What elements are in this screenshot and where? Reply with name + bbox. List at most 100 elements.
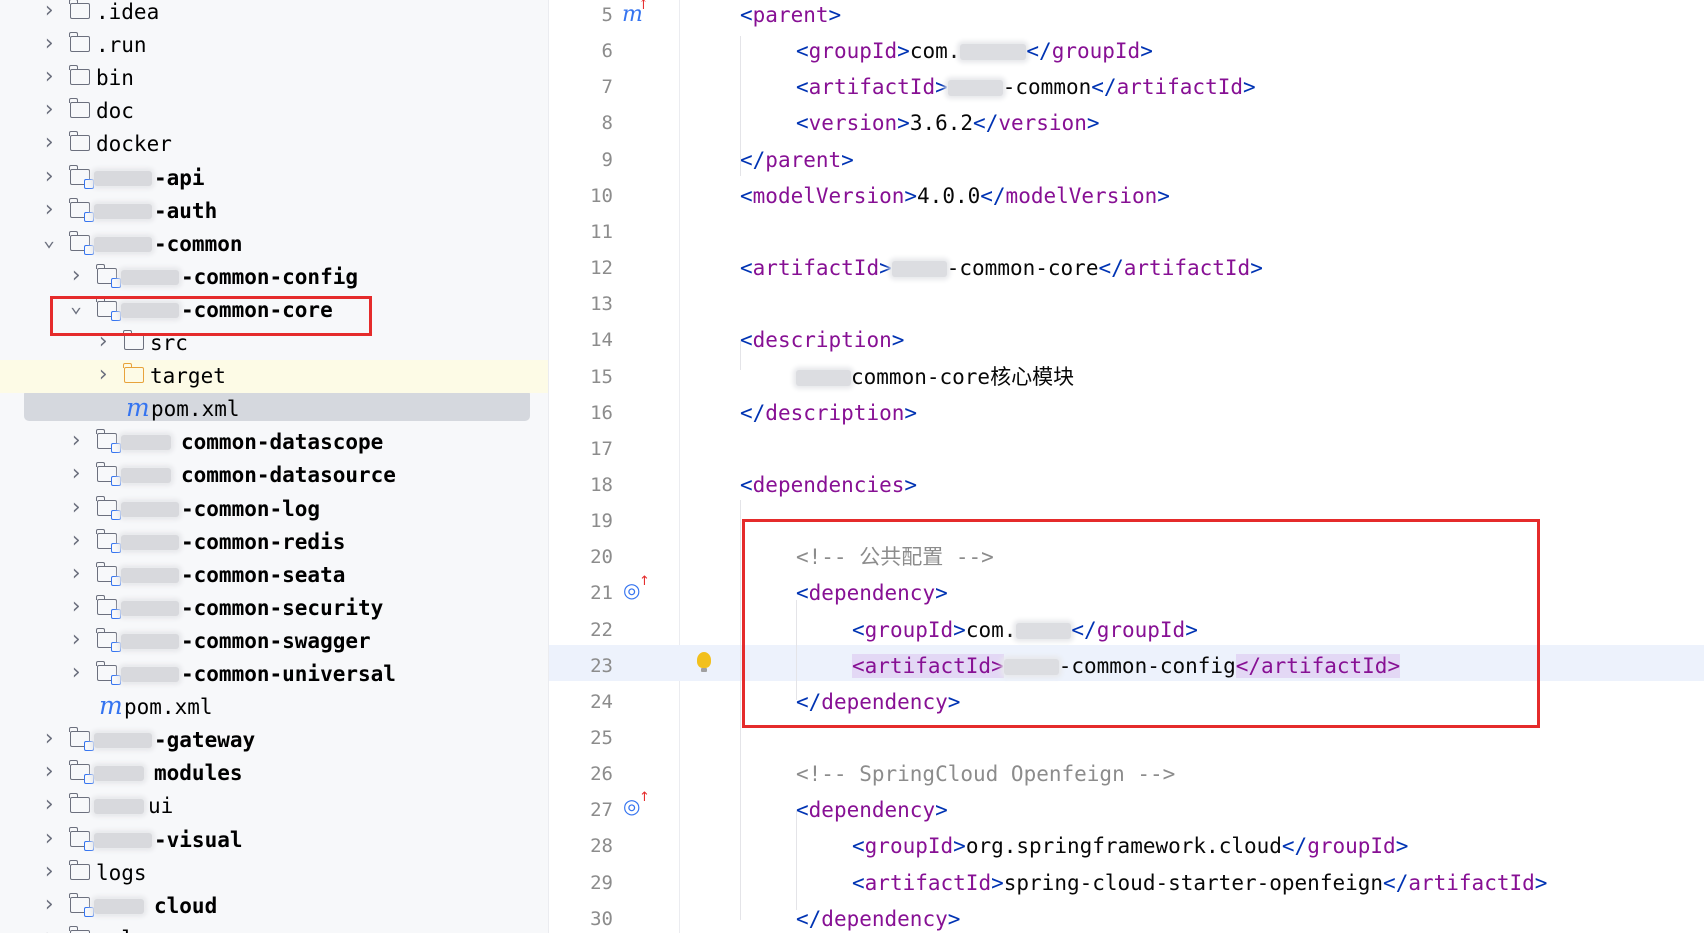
xml-tag: </: [1281, 834, 1308, 859]
chevron-right-icon[interactable]: ›: [42, 29, 56, 62]
tree-item[interactable]: › target: [0, 360, 548, 394]
chevron-right-icon[interactable]: ›: [69, 526, 83, 559]
code-line[interactable]: </parent>: [740, 142, 854, 178]
chevron-right-icon[interactable]: ›: [42, 62, 56, 95]
tree-item[interactable]: › sql: [0, 923, 548, 933]
project-tree[interactable]: › .idea › .run › bin › doc › docker › -api › -auth ⌄ -c…: [0, 0, 549, 933]
tree-item-label: .idea: [96, 0, 160, 24]
tree-item[interactable]: › -api: [0, 162, 548, 195]
chevron-right-icon[interactable]: ›: [42, 757, 56, 790]
code-line[interactable]: <dependencies>: [740, 467, 917, 503]
xml-tag: groupId: [1096, 617, 1186, 642]
chevron-right-icon[interactable]: ›: [42, 0, 56, 29]
tree-item[interactable]: › modules: [0, 757, 548, 790]
tree-item[interactable]: › -gateway: [0, 724, 548, 757]
chevron-down-icon[interactable]: ⌄: [42, 228, 56, 261]
tree-item-label: -common-security: [181, 595, 384, 620]
code-line[interactable]: <modelVersion>4.0.0</modelVersion>: [740, 178, 1170, 214]
code-line[interactable]: <version>3.6.2</version>: [796, 105, 1100, 141]
chevron-right-icon[interactable]: ›: [96, 360, 110, 393]
maven-parent-gutter-icon[interactable]: m ↑: [622, 0, 649, 27]
tree-item-label: ui: [148, 794, 174, 819]
code-line[interactable]: <artifactId> -common-core</artifactId>: [740, 250, 1263, 286]
tree-item[interactable]: ⌄ -common-core: [0, 294, 548, 327]
chevron-right-icon[interactable]: ›: [42, 95, 56, 128]
code-line[interactable]: </dependency>: [796, 684, 960, 720]
code-line[interactable]: <dependency>: [796, 575, 948, 611]
chevron-right-icon[interactable]: ›: [42, 195, 56, 228]
chevron-right-icon[interactable]: ›: [42, 162, 56, 195]
tree-item[interactable]: › cloud: [0, 890, 548, 923]
xml-tag: >: [904, 183, 918, 208]
line-number: 13: [590, 293, 613, 316]
tree-item[interactable]: › doc: [0, 95, 548, 128]
chevron-right-icon[interactable]: ›: [69, 426, 83, 459]
module-folder-icon: [69, 892, 94, 917]
tree-item[interactable]: › common-datasource: [0, 459, 548, 492]
tree-item[interactable]: › ui: [0, 790, 548, 823]
code-line[interactable]: <artifactId>spring-cloud-starter-openfei…: [852, 865, 1547, 901]
code-line[interactable]: common-core核心模块: [796, 359, 1074, 395]
tree-item[interactable]: › -common-universal: [0, 658, 548, 691]
code-line[interactable]: <!-- SpringCloud Openfeign -->: [796, 756, 1175, 792]
tree-item[interactable]: › -visual: [0, 824, 548, 857]
code-line[interactable]: <description>: [740, 322, 904, 358]
implement-icon[interactable]: ◎ ↑: [623, 574, 650, 602]
chevron-right-icon[interactable]: ›: [69, 592, 83, 625]
code-line[interactable]: <artifactId> -common-config</artifactId>: [852, 648, 1401, 684]
chevron-right-icon[interactable]: ›: [69, 625, 83, 658]
code-line[interactable]: <artifactId> -common</artifactId>: [796, 69, 1256, 105]
code-line[interactable]: <groupId>org.springframework.cloud</grou…: [852, 828, 1408, 864]
tree-item[interactable]: › -common-config: [0, 261, 548, 294]
code-line[interactable]: <dependency>: [796, 792, 948, 828]
tree-item-label: -common-universal: [181, 662, 396, 686]
chevron-right-icon[interactable]: ›: [42, 857, 56, 890]
tree-item[interactable]: › .idea: [0, 0, 548, 29]
chevron-right-icon[interactable]: ›: [42, 824, 56, 857]
chevron-right-icon[interactable]: ›: [69, 493, 83, 526]
tree-item[interactable]: › -common-security: [0, 592, 548, 625]
chevron-right-icon[interactable]: ›: [69, 459, 83, 492]
code-line[interactable]: <groupId>com. </groupId>: [796, 33, 1153, 69]
xml-tag: </: [740, 147, 766, 172]
tree-item[interactable]: › docker: [0, 128, 548, 161]
code-line[interactable]: </description>: [740, 395, 917, 431]
chevron-right-icon[interactable]: ›: [42, 923, 56, 933]
lightbulb-icon[interactable]: [697, 652, 711, 672]
chevron-right-icon[interactable]: ›: [42, 724, 56, 757]
code-line[interactable]: <!-- 公共配置 -->: [796, 539, 994, 575]
chevron-right-icon[interactable]: ›: [42, 890, 56, 923]
tree-item[interactable]: › bin: [0, 62, 548, 95]
tree-item[interactable]: m pom.xml: [0, 393, 548, 426]
xml-tag: <: [796, 581, 809, 606]
implement-icon[interactable]: ◎ ↑: [623, 790, 650, 818]
tree-item[interactable]: › -common-redis: [0, 526, 548, 559]
chevron-right-icon[interactable]: ›: [42, 790, 56, 823]
code-line[interactable]: </dependency>: [796, 901, 960, 937]
chevron-right-icon[interactable]: ›: [69, 559, 83, 592]
tree-item[interactable]: › -auth: [0, 195, 548, 228]
chevron-right-icon[interactable]: ›: [42, 128, 56, 161]
tree-item-label: -common-core: [181, 297, 333, 322]
chevron-down-icon[interactable]: ⌄: [69, 294, 83, 327]
chevron-right-icon[interactable]: ›: [69, 658, 83, 691]
tree-item[interactable]: m pom.xml: [0, 691, 548, 724]
indent-guide: [740, 500, 741, 920]
tree-item[interactable]: › common-datascope: [0, 426, 548, 459]
tree-item[interactable]: ⌄ -common: [0, 228, 548, 261]
code-line[interactable]: <parent>: [740, 0, 841, 33]
tree-item[interactable]: › -common-log: [0, 493, 548, 526]
folder-icon: [69, 793, 90, 814]
chevron-right-icon[interactable]: ›: [69, 261, 83, 294]
module-folder-icon: [96, 263, 121, 288]
tree-item[interactable]: › logs: [0, 857, 548, 890]
tree-item[interactable]: › -common-swagger: [0, 625, 548, 658]
tree-item[interactable]: › .run: [0, 29, 548, 62]
line-number: 15: [590, 365, 613, 388]
xml-tag: artifactId: [1116, 75, 1243, 100]
tree-item[interactable]: › src: [0, 327, 548, 360]
xml-tag: >: [935, 581, 948, 606]
code-line[interactable]: <groupId>com. </groupId>: [852, 612, 1198, 648]
chevron-right-icon[interactable]: ›: [96, 327, 110, 360]
tree-item[interactable]: › -common-seata: [0, 559, 548, 592]
